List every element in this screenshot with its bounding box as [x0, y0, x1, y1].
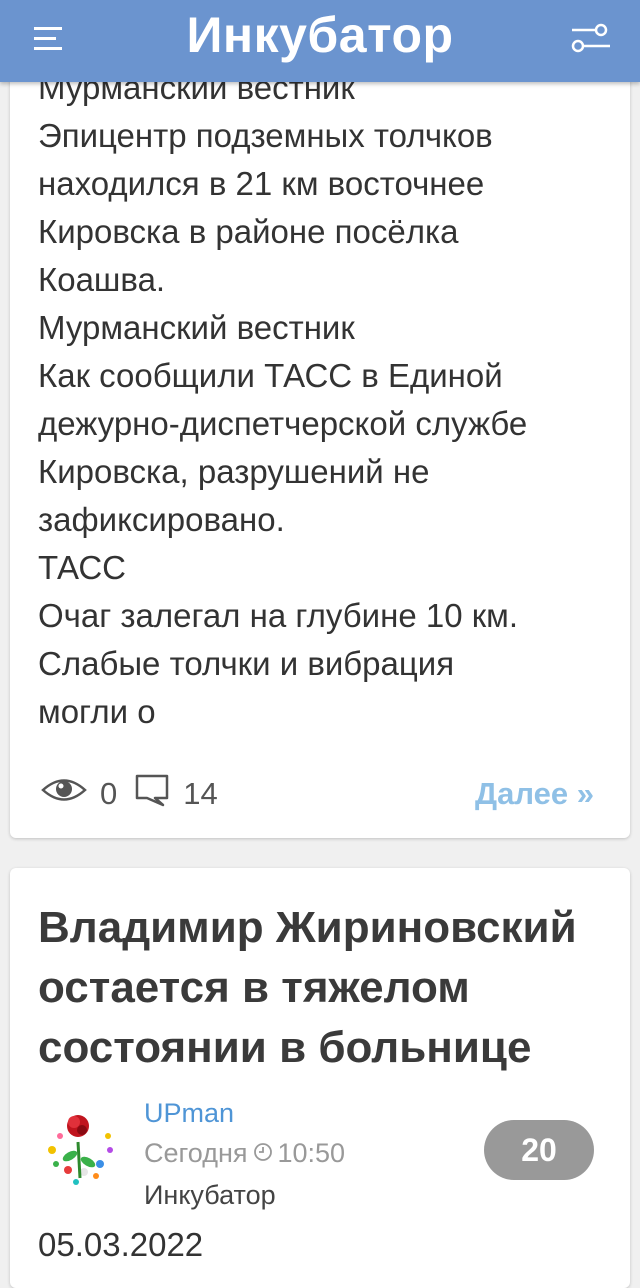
text-line: Коашва.	[38, 261, 166, 298]
avatar[interactable]	[38, 1106, 130, 1198]
read-more-link[interactable]: Далее »	[475, 776, 594, 812]
post-excerpt: Мурманский вестник Эпицентр подземных тол…	[38, 64, 618, 736]
post-stats: 0 14	[40, 774, 234, 814]
author-link[interactable]: UPman	[144, 1098, 234, 1129]
text-line: Владимир Жириновский	[38, 903, 577, 952]
rating-badge: 20	[484, 1120, 594, 1180]
text-line: могли о	[38, 693, 156, 730]
text-line: находился в 21 км восточнее	[38, 165, 485, 202]
text-line: Кировска, разрушений не	[38, 453, 430, 490]
comment-icon[interactable]	[133, 772, 171, 816]
date-label: Сегодня	[144, 1138, 248, 1168]
category-link[interactable]: Инкубатор	[144, 1180, 276, 1211]
text-line: ТАСС	[38, 549, 127, 586]
text-line: Очаг залегал на глубине 10 км.	[38, 597, 519, 634]
text-line: Как сообщили ТАСС в Единой	[38, 357, 503, 394]
time-label: 10:50	[277, 1138, 346, 1168]
post-card: Владимир Жириновский остается в тяжелом со…	[10, 868, 630, 1288]
app-title: Инкубатор	[186, 7, 454, 63]
comments-count: 14	[183, 776, 218, 811]
post-title[interactable]: Владимир Жириновский остается в тяжелом со…	[38, 898, 608, 1078]
text-line: остается в тяжелом	[38, 963, 470, 1012]
post-card: Мурманский вестник Эпицентр подземных тол…	[10, 0, 630, 838]
text-line: Эпицентр подземных толчков	[38, 117, 493, 154]
views-count: 0	[100, 776, 118, 811]
post-datetime: Сегодня 10:50	[144, 1138, 345, 1169]
text-line: Слабые толчки и вибрация	[38, 645, 455, 682]
text-line: дежурно-диспетчерской службе	[38, 405, 528, 442]
clock-icon	[253, 1138, 273, 1169]
text-line: Кировска в районе посёлка	[38, 213, 459, 250]
filter-sliders-icon[interactable]	[566, 18, 614, 58]
text-line: зафиксировано.	[38, 501, 285, 538]
text-line: Мурманский вестник	[38, 309, 355, 346]
app-header: Инкубатор	[0, 0, 640, 82]
text-line: состоянии в больнице	[38, 1023, 532, 1072]
eye-icon	[40, 775, 88, 813]
post-date: 05.03.2022	[38, 1226, 204, 1263]
